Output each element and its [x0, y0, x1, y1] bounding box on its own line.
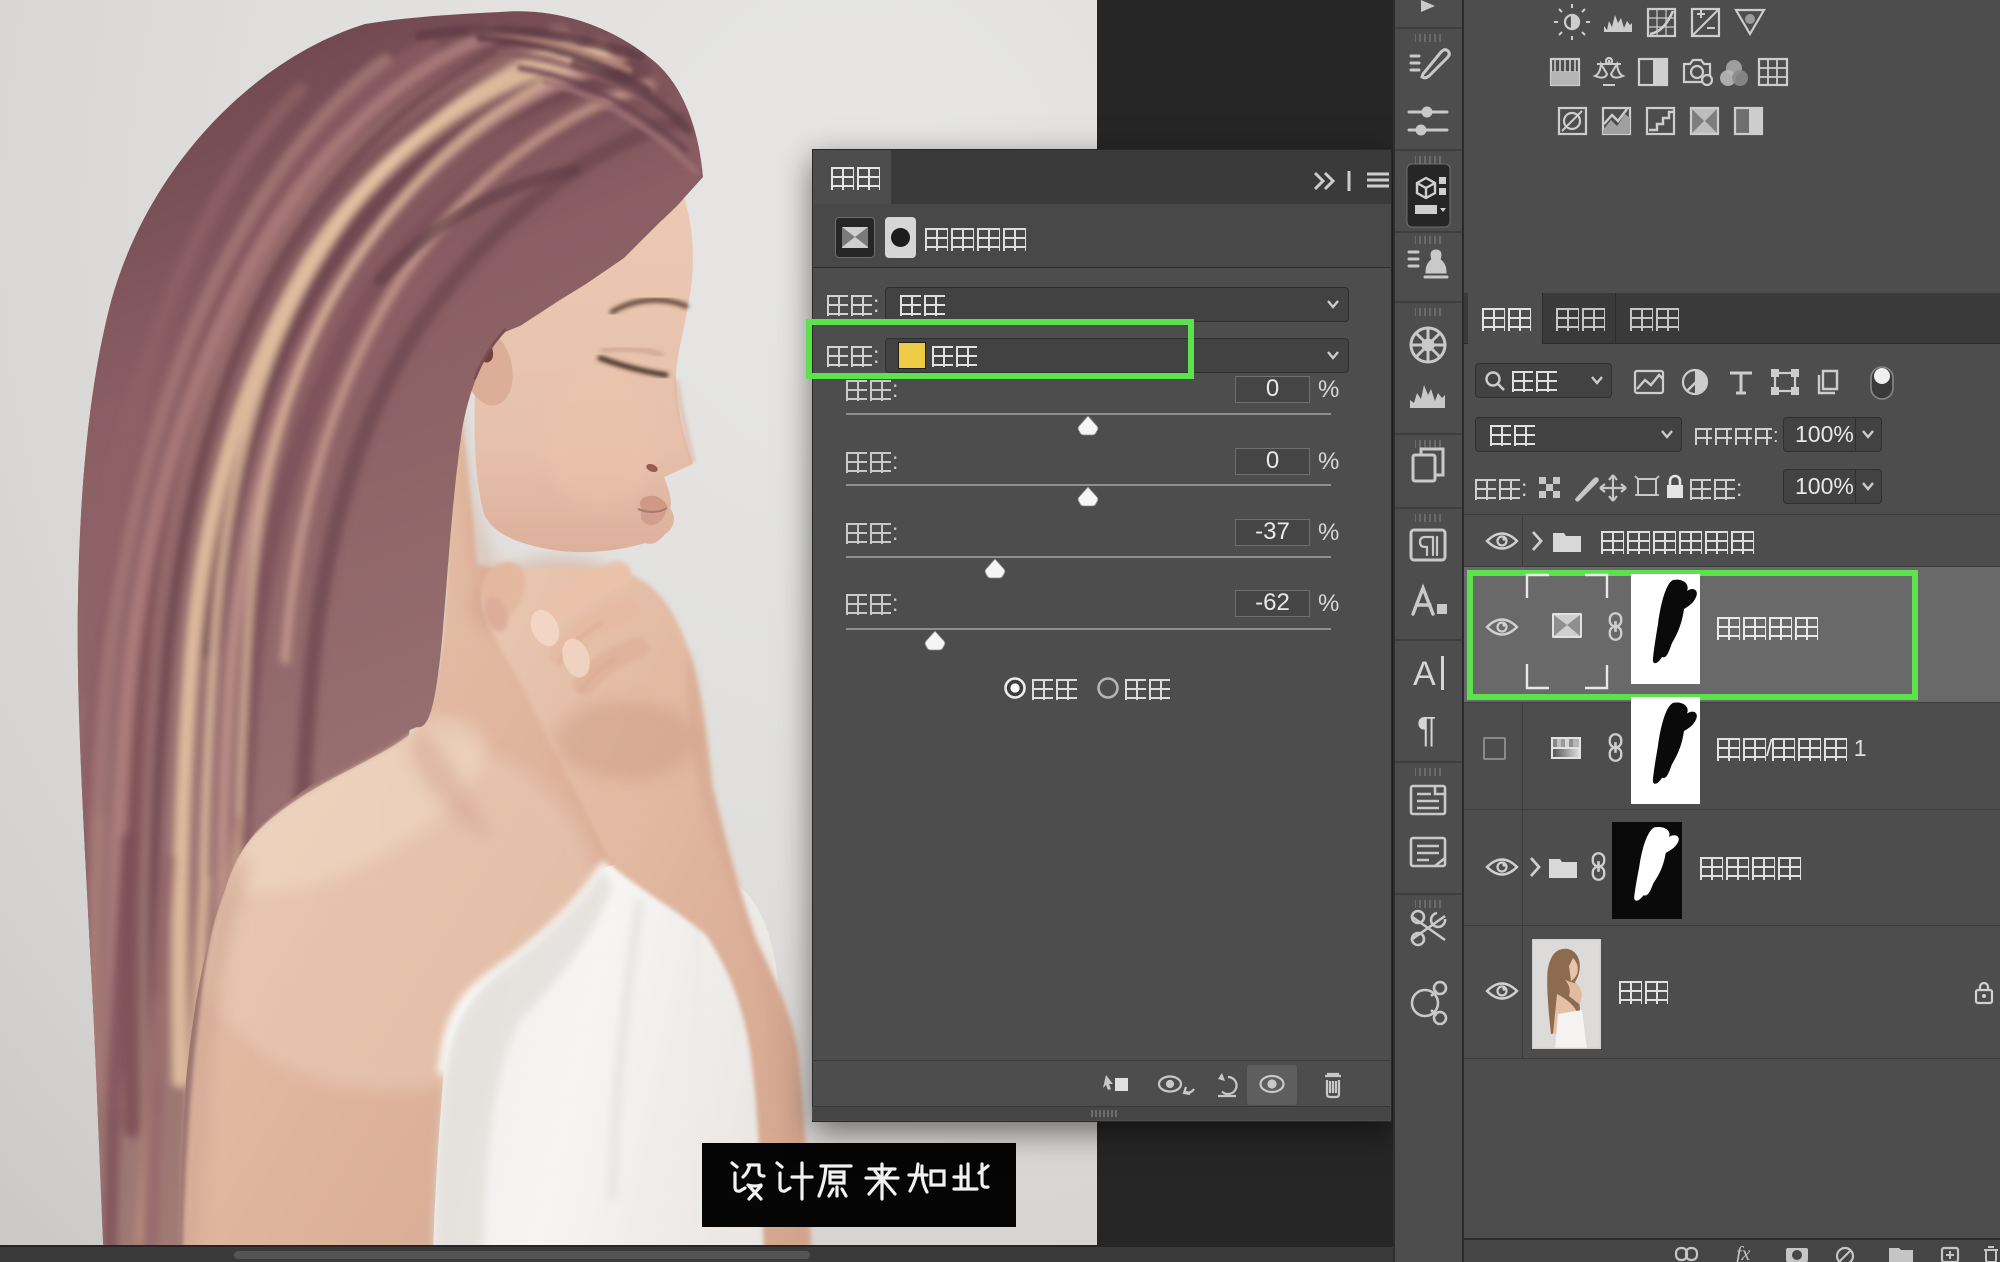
- svg-text:A: A: [1413, 655, 1436, 693]
- svg-text:fx: fx: [1736, 1244, 1751, 1262]
- svg-text:¶: ¶: [1417, 709, 1436, 750]
